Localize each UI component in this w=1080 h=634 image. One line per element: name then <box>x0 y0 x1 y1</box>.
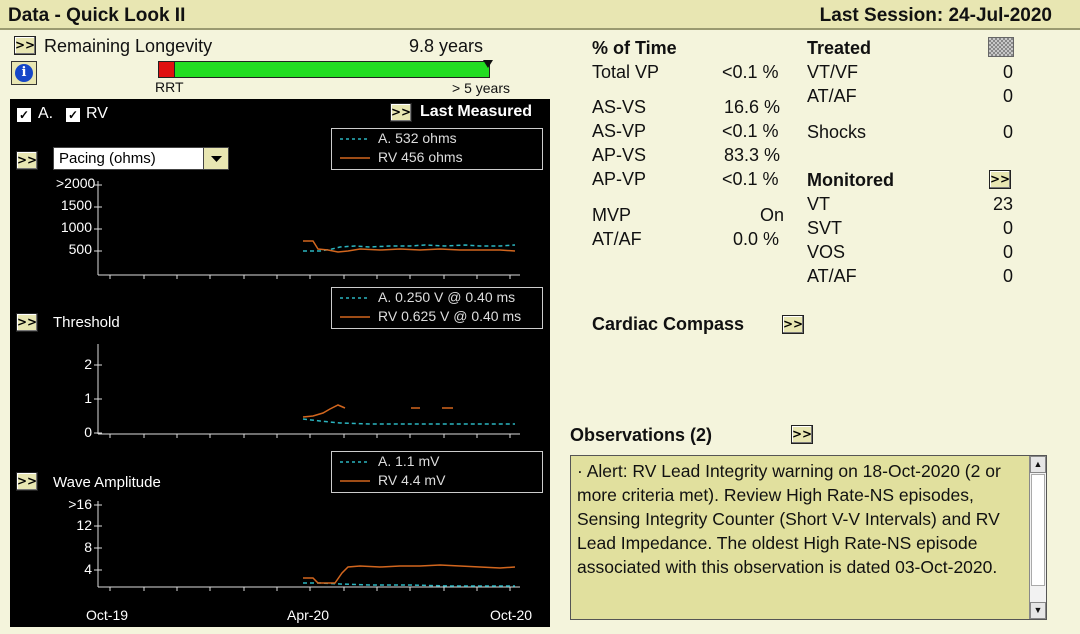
percent-row-value: <0.1 % <box>722 62 779 82</box>
percent-row-label: AS-VS <box>592 97 647 117</box>
trend-plots <box>94 181 520 591</box>
percent-row-value: 0.0 % <box>733 229 780 249</box>
observations-scrollbar[interactable]: ▲ ▼ <box>1029 456 1046 619</box>
observations-list[interactable]: · Alert: RV Lead Integrity warning on 18… <box>570 455 1047 620</box>
pacing-axes <box>94 181 520 276</box>
rrt-label: RRT <box>155 79 184 95</box>
treated-pattern-icon[interactable] <box>988 37 1014 57</box>
treated-row-value: 0 <box>1003 122 1014 142</box>
percent-row-label: Total VP <box>592 62 660 82</box>
cardiac-compass-label: Cardiac Compass <box>592 314 745 334</box>
percent-row-label: AP-VP <box>592 169 647 189</box>
percent-row-value: 16.6 % <box>724 97 781 117</box>
monitored-row-value: 23 <box>993 194 1014 214</box>
percent-row-label: AT/AF <box>592 229 642 249</box>
percent-row-label: AP-VS <box>592 145 647 165</box>
monitored-row-value: 0 <box>1003 266 1014 286</box>
scroll-down-icon[interactable]: ▼ <box>1030 602 1046 619</box>
page-title: Data - Quick Look II <box>8 5 186 26</box>
percent-row-value: <0.1 % <box>722 169 779 189</box>
treated-title: Treated <box>807 38 872 58</box>
lead-trends-panel: ✓ A. ✓ RV >> Last Measured A. 532 ohms R… <box>10 99 550 627</box>
battery-bar <box>158 61 490 78</box>
monitored-row-label: AT/AF <box>807 266 857 286</box>
threshold-atrial-trace <box>302 418 515 425</box>
percent-row-value: <0.1 % <box>722 121 779 141</box>
monitored-row-label: SVT <box>807 218 843 238</box>
scroll-thumb[interactable] <box>1031 474 1045 586</box>
longevity-expand-button[interactable]: >> <box>14 36 36 55</box>
info-icon: i <box>15 64 33 82</box>
observations-title: Observations (2) <box>570 425 713 445</box>
title-bar: Data - Quick Look II Last Session: 24-Ju… <box>0 0 1080 30</box>
monitored-row-label: VOS <box>807 242 846 262</box>
wave-axes <box>94 501 520 588</box>
cardiac-compass-button[interactable]: >> <box>782 315 804 334</box>
monitored-row-value: 0 <box>1003 242 1014 262</box>
monitored-expand-button[interactable]: >> <box>989 170 1011 189</box>
treated-row-label: Shocks <box>807 122 867 142</box>
treated-row-label: VT/VF <box>807 62 859 82</box>
battery-rrt-segment <box>159 62 175 77</box>
x-ticks <box>109 275 511 591</box>
monitored-row-label: VT <box>807 194 831 214</box>
longevity-label: Remaining Longevity <box>44 36 213 56</box>
treated-row-value: 0 <box>1003 86 1014 106</box>
treated-row-value: 0 <box>1003 62 1014 82</box>
percent-time-title: % of Time <box>592 38 677 58</box>
longevity-value: 9.8 years <box>409 36 484 56</box>
treated-row-label: AT/AF <box>807 86 857 106</box>
monitored-title: Monitored <box>807 170 894 190</box>
percent-row-value: On <box>760 205 785 225</box>
observation-text: · Alert: RV Lead Integrity warning on 18… <box>577 461 1001 577</box>
scroll-up-icon[interactable]: ▲ <box>1030 456 1046 473</box>
last-session: Last Session: 24-Jul-2020 <box>819 5 1052 26</box>
observations-expand-button[interactable]: >> <box>791 425 813 444</box>
max-label: > 5 years <box>452 80 510 96</box>
threshold-axes <box>94 344 520 435</box>
monitored-row-value: 0 <box>1003 218 1014 238</box>
percent-row-value: 83.3 % <box>724 145 781 165</box>
info-button[interactable]: i <box>11 61 37 85</box>
wave-rv-trace <box>303 564 516 584</box>
battery-marker-icon <box>483 60 493 68</box>
threshold-rv-trace <box>302 404 346 418</box>
percent-row-label: MVP <box>592 205 632 225</box>
percent-row-label: AS-VP <box>592 121 647 141</box>
